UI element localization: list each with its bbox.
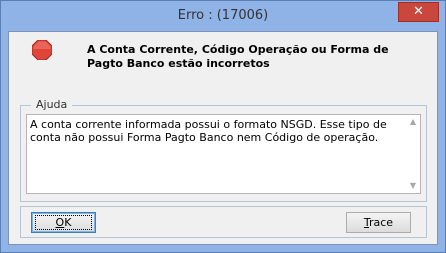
help-textarea[interactable]: A conta corrente informada possui o form… <box>26 114 421 194</box>
button-bar: OK Trace <box>20 206 427 238</box>
help-scrollbar[interactable]: ▲ ▼ <box>406 115 420 193</box>
help-group-label: Ajuda <box>31 98 73 111</box>
ok-button[interactable]: OK <box>31 212 96 233</box>
window-title: Erro : (17006) <box>177 8 269 23</box>
scroll-up-icon[interactable]: ▲ <box>407 116 419 128</box>
close-button[interactable]: ✕ <box>398 2 439 22</box>
help-group: Ajuda A conta corrente informada possui … <box>20 98 427 202</box>
error-message: A Conta Corrente, Código Operação ou For… <box>87 43 389 70</box>
stop-icon <box>32 40 52 60</box>
dialog-body: A Conta Corrente, Código Operação ou For… <box>8 31 438 245</box>
trace-button[interactable]: Trace <box>346 212 411 233</box>
close-icon: ✕ <box>413 4 424 19</box>
ok-button-focus-rect <box>35 215 92 230</box>
help-text: A conta corrente informada possui o form… <box>30 118 387 144</box>
dialog-window: Erro : (17006) ✕ A Conta Corrente, Códig… <box>0 0 446 253</box>
trace-button-label-rest: race <box>369 216 394 229</box>
trace-button-label: Trace <box>364 216 393 229</box>
title-bar[interactable]: Erro : (17006) ✕ <box>1 1 445 31</box>
scroll-down-icon[interactable]: ▼ <box>407 180 419 192</box>
